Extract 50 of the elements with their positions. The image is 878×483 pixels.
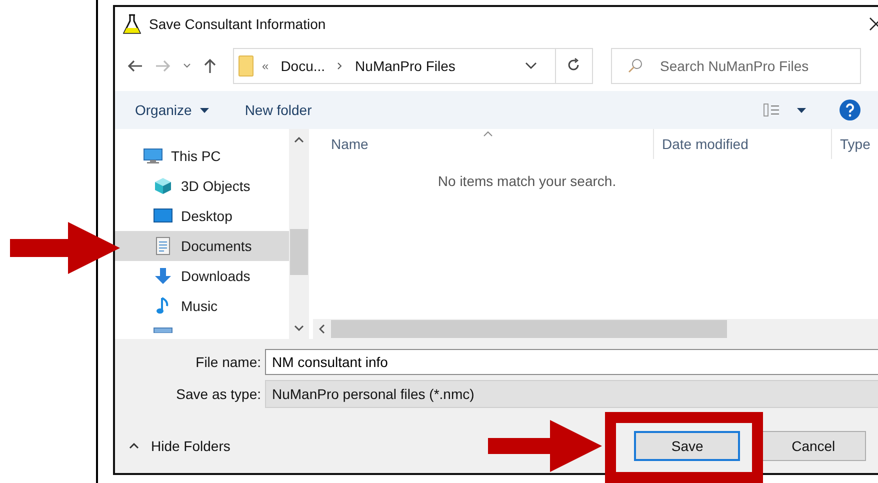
music-note-icon: [156, 297, 170, 315]
chevron-double-left-icon: «: [262, 57, 269, 75]
folder-tree-item[interactable]: This PC: [115, 141, 289, 171]
column-header[interactable]: Type: [840, 134, 870, 154]
cube-icon: [154, 177, 172, 195]
folder-tree-item[interactable]: Documents: [115, 231, 289, 261]
computer-icon: [143, 148, 163, 164]
chevron-down-icon[interactable]: [183, 63, 191, 69]
organize-button[interactable]: Organize: [135, 100, 209, 120]
save-type-dropdown[interactable]: NuManPro personal files (*.nmc): [265, 380, 878, 408]
up-arrow-icon[interactable]: [203, 58, 217, 74]
save-button[interactable]: Save: [634, 431, 740, 461]
flask-icon: [123, 14, 141, 34]
scroll-down-icon[interactable]: [294, 325, 304, 331]
chevron-right-icon: [337, 62, 344, 70]
search-icon: [627, 58, 643, 74]
chevron-down-icon[interactable]: [525, 62, 537, 70]
field-label: Save as type:: [175, 384, 262, 404]
folder-tree-item[interactable]: 3D Objects: [115, 171, 289, 201]
breadcrumb-item[interactable]: NuManPro Files: [355, 56, 456, 76]
chevron-up-icon: [129, 443, 139, 449]
sort-up-icon: [483, 131, 493, 137]
address-bar[interactable]: « Docu... NuManPro Files: [233, 48, 593, 84]
field-label: File name:: [194, 352, 262, 372]
search-field[interactable]: Search NuManPro Files: [611, 48, 861, 84]
document-icon: [156, 237, 170, 255]
breadcrumb-item[interactable]: Docu...: [280, 56, 326, 76]
column-header[interactable]: Date modified: [662, 134, 748, 154]
scrollbar-thumb[interactable]: [331, 320, 727, 338]
new-folder-button[interactable]: New folder: [244, 100, 312, 120]
monitor-icon: [153, 208, 173, 224]
file-name-field[interactable]: NM consultant info: [265, 349, 878, 375]
column-header[interactable]: Name: [331, 134, 368, 154]
window-title: Save Consultant Information: [149, 14, 326, 34]
caret-down-icon: [200, 108, 209, 112]
down-arrow-icon: [154, 267, 172, 285]
folder-icon: [238, 55, 254, 77]
folder-tree-item[interactable]: Desktop: [115, 201, 289, 231]
folder-tree-item[interactable]: Music: [115, 291, 289, 321]
back-arrow-icon[interactable]: [127, 59, 143, 73]
folder-tree-item[interactable]: Downloads: [115, 261, 289, 291]
picture-folder-icon: [153, 327, 173, 333]
view-options-icon[interactable]: [763, 103, 807, 117]
scrollbar-thumb[interactable]: [290, 229, 308, 275]
cancel-button[interactable]: Cancel: [760, 431, 866, 461]
empty-message: No items match your search.: [438, 172, 616, 191]
scroll-up-icon[interactable]: [294, 137, 304, 143]
help-icon[interactable]: [839, 99, 861, 121]
hide-folders-button[interactable]: Hide Folders: [129, 436, 230, 456]
scroll-left-icon[interactable]: [319, 324, 325, 334]
